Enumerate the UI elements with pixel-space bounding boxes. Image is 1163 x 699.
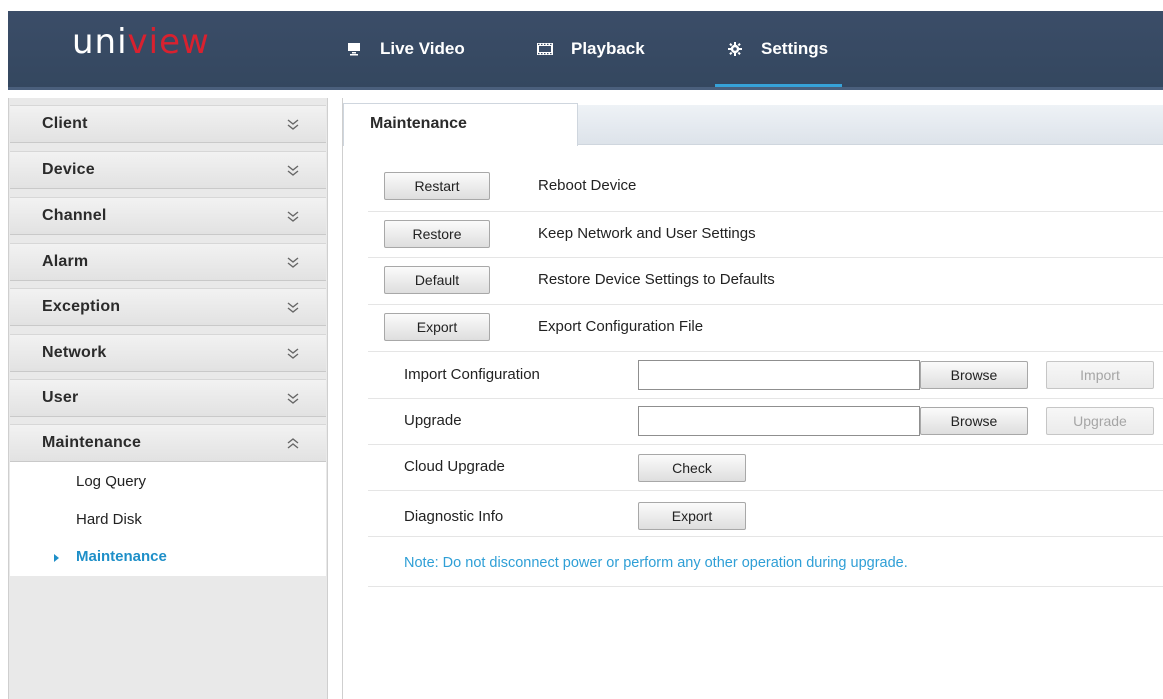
import-config-label: Import Configuration [404, 366, 540, 383]
default-description: Restore Device Settings to Defaults [538, 271, 775, 288]
monitor-icon [346, 41, 362, 57]
sidebar-section-device[interactable]: Device [10, 151, 326, 189]
nav-live-video-label: Live Video [380, 39, 465, 58]
nav-settings-label: Settings [761, 39, 829, 58]
double-chevron-down-icon [287, 257, 299, 268]
sidebar-item-log-query[interactable]: Log Query [76, 473, 146, 490]
restore-description: Keep Network and User Settings [538, 225, 756, 242]
upgrade-label: Upgrade [404, 412, 462, 429]
upgrade-warning-note: Note: Do not disconnect power or perform… [404, 555, 908, 571]
restore-button[interactable]: Restore [384, 220, 490, 248]
nav-playback-label: Playback [571, 39, 645, 58]
nav-playback[interactable]: Playback [537, 11, 645, 87]
restart-button[interactable]: Restart [384, 172, 490, 200]
logo-text-view: view [127, 22, 210, 62]
upgrade-file-field[interactable] [638, 406, 920, 436]
uniview-logo: uniview [72, 22, 210, 62]
sidebar-section-label: Maintenance [42, 434, 142, 451]
export-config-button[interactable]: Export [384, 313, 490, 341]
sidebar-section-alarm[interactable]: Alarm [10, 243, 326, 281]
sidebar-section-maintenance[interactable]: Maintenance [10, 424, 326, 462]
upgrade-browse-button[interactable]: Browse [920, 407, 1028, 435]
double-chevron-down-icon [287, 211, 299, 222]
sidebar-section-label: User [42, 389, 79, 406]
cloud-upgrade-label: Cloud Upgrade [404, 458, 505, 475]
sidebar-section-network[interactable]: Network [10, 334, 326, 372]
double-chevron-down-icon [287, 302, 299, 313]
import-config-file-field[interactable] [638, 360, 920, 390]
nav-settings[interactable]: Settings [714, 11, 843, 87]
sidebar-item-maintenance[interactable]: Maintenance [76, 548, 167, 565]
export-config-description: Export Configuration File [538, 318, 704, 335]
import-button[interactable]: Import [1046, 361, 1154, 389]
tab-maintenance-label: Maintenance [370, 115, 467, 132]
sidebar-section-label: Device [42, 161, 95, 178]
double-chevron-down-icon [287, 119, 299, 130]
logo-text-uni: uni [72, 22, 128, 62]
cloud-check-button[interactable]: Check [638, 454, 746, 482]
restart-description: Reboot Device [538, 177, 637, 194]
double-chevron-down-icon [287, 393, 299, 404]
diagnostic-info-label: Diagnostic Info [404, 508, 504, 525]
sidebar-section-client[interactable]: Client [10, 105, 326, 143]
double-chevron-down-icon [287, 348, 299, 359]
double-chevron-up-icon [287, 438, 299, 449]
double-chevron-down-icon [287, 165, 299, 176]
active-item-arrow-icon [54, 554, 59, 562]
sidebar-section-exception[interactable]: Exception [10, 288, 326, 326]
sidebar-section-label: Network [42, 344, 107, 361]
upgrade-button[interactable]: Upgrade [1046, 407, 1154, 435]
header-divider [8, 87, 1163, 90]
sidebar-section-channel[interactable]: Channel [10, 197, 326, 235]
sidebar-section-label: Client [42, 115, 88, 132]
gear-icon [727, 41, 743, 57]
diagnostic-export-button[interactable]: Export [638, 502, 746, 530]
film-icon [537, 41, 553, 57]
nav-live-video[interactable]: Live Video [346, 11, 465, 87]
default-button[interactable]: Default [384, 266, 490, 294]
sidebar-section-user[interactable]: User [10, 379, 326, 417]
import-browse-button[interactable]: Browse [920, 361, 1028, 389]
sidebar-item-hard-disk[interactable]: Hard Disk [76, 511, 142, 528]
sidebar-section-label: Alarm [42, 253, 89, 270]
sidebar-section-label: Exception [42, 298, 121, 315]
sidebar-section-label: Channel [42, 207, 107, 224]
tab-maintenance[interactable]: Maintenance [343, 103, 578, 146]
